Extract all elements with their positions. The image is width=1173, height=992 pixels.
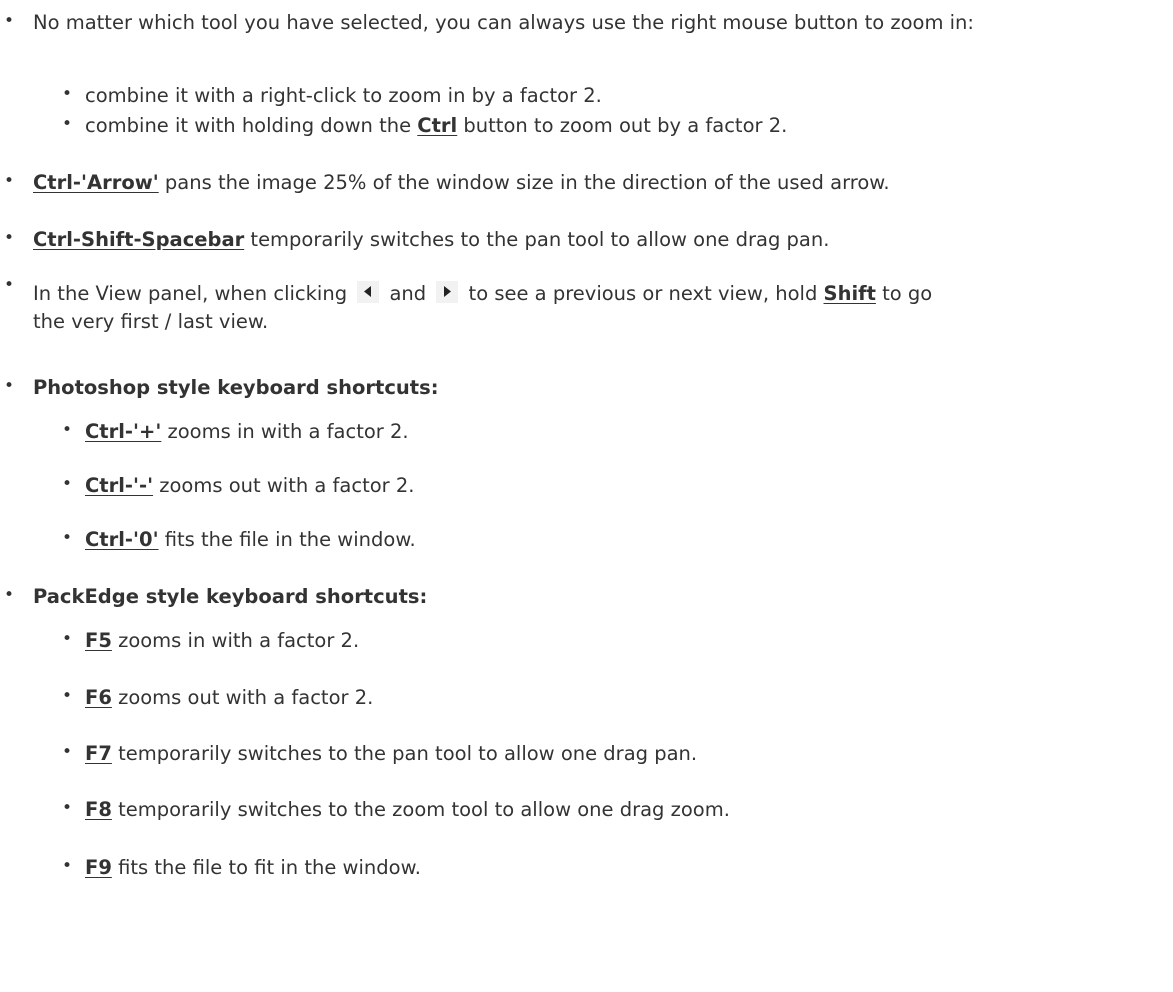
list-item-ctrl-plus: • Ctrl-'+' zooms in with a factor 2. (0, 419, 409, 445)
bullet: • (4, 171, 15, 191)
bullet: • (62, 420, 73, 440)
bullet: • (4, 585, 15, 605)
bullet: • (4, 228, 15, 248)
f7-key: F7 (85, 742, 112, 765)
view-panel-text-after: to see a previous or next view, hold (462, 282, 824, 305)
bullet: • (62, 84, 73, 104)
list-item-right-click: • combine it with a right-click to zoom … (0, 83, 602, 109)
list-item-ctrl-shift-spacebar: • Ctrl-Shift-Spacebar temporarily switch… (0, 227, 829, 253)
ctrl-zoom-out-text-start: combine it with holding down the (85, 114, 418, 137)
ctrl-minus-text: zooms out with a factor 2. (153, 474, 415, 497)
bullet: • (62, 474, 73, 494)
bullet: • (62, 528, 73, 548)
view-panel-line-1: In the View panel, when clicking and to … (33, 281, 932, 307)
right-click-text: combine it with a right-click to zoom in… (85, 84, 602, 107)
f6-key: F6 (85, 686, 112, 709)
list-item-right-mouse: • No matter which tool you have selected… (0, 10, 1133, 36)
f8-key: F8 (85, 798, 112, 821)
ctrl-plus-text: zooms in with a factor 2. (161, 420, 409, 443)
next-view-button[interactable] (436, 281, 459, 303)
list-item-photoshop: • Photoshop style keyboard shortcuts: (0, 375, 439, 401)
ctrl-minus-key: Ctrl-'-' (85, 474, 154, 497)
bullet: • (4, 11, 15, 31)
f6-text: zooms out with a factor 2. (111, 686, 374, 709)
f5-text: zooms in with a factor 2. (111, 629, 360, 652)
list-item-ctrl-zoom-out: • combine it with holding down the Ctrl … (0, 113, 787, 139)
bullet: • (62, 629, 73, 649)
list-item-ctrl-minus: • Ctrl-'-' zooms out with a factor 2. (0, 473, 415, 499)
bullet: • (62, 742, 73, 762)
ctrl-zoom-out-text-end: button to zoom out by a factor 2. (457, 114, 788, 137)
previous-view-button[interactable] (357, 281, 380, 303)
ctrl-key: Ctrl (417, 114, 458, 137)
ctrl-zero-text: fits the file in the window. (158, 528, 416, 551)
ctrl-plus-key: Ctrl-'+' (85, 420, 162, 443)
right-mouse-text: No matter which tool you have selected, … (33, 11, 974, 34)
f5-key: F5 (85, 629, 112, 652)
ctrl-arrow-text: pans the image 25% of the window size in… (158, 171, 890, 194)
bullet: • (4, 275, 15, 295)
list-item-f7: • F7 temporarily switches to the pan too… (0, 741, 697, 767)
shift-key: Shift (823, 282, 876, 305)
triangle-left-icon (357, 281, 380, 303)
f8-text: temporarily switches to the zoom tool to… (111, 798, 730, 821)
f9-text: fits the file to fit in the window. (111, 856, 421, 879)
f7-text: temporarily switches to the pan tool to … (111, 742, 698, 765)
list-item-f5: • F5 zooms in with a factor 2. (0, 628, 359, 654)
ctrl-shift-spacebar-key: Ctrl-Shift-Spacebar (33, 228, 245, 251)
list-item-f9: • F9 fits the file to fit in the window. (0, 855, 421, 881)
list-item-ctrl-zero: • Ctrl-'0' fits the file in the window. (0, 527, 416, 553)
list-item-ctrl-arrow: • Ctrl-'Arrow' pans the image 25% of the… (0, 170, 890, 196)
packedge-heading: PackEdge style keyboard shortcuts: (33, 585, 428, 608)
list-item-f6: • F6 zooms out with a factor 2. (0, 685, 373, 711)
bullet: • (4, 376, 15, 396)
photoshop-heading: Photoshop style keyboard shortcuts: (33, 376, 439, 399)
ctrl-arrow-key: Ctrl-'Arrow' (33, 171, 159, 194)
bullet: • (62, 686, 73, 706)
view-panel-text-before: In the View panel, when clicking (33, 282, 354, 305)
ctrl-shift-spacebar-text: temporarily switches to the pan tool to … (244, 228, 830, 251)
view-panel-line1-end: to go (875, 282, 933, 305)
view-panel-line-2: the very first / last view. (33, 310, 269, 333)
ctrl-zero-key: Ctrl-'0' (85, 528, 159, 551)
view-panel-text-and: and (383, 282, 433, 305)
triangle-right-icon (436, 281, 459, 303)
bullet: • (62, 798, 73, 818)
list-item-packedge: • PackEdge style keyboard shortcuts: (0, 584, 427, 610)
f9-key: F9 (85, 856, 112, 879)
bullet: • (62, 856, 73, 876)
list-item-f8: • F8 temporarily switches to the zoom to… (0, 797, 730, 823)
bullet: • (62, 114, 73, 134)
